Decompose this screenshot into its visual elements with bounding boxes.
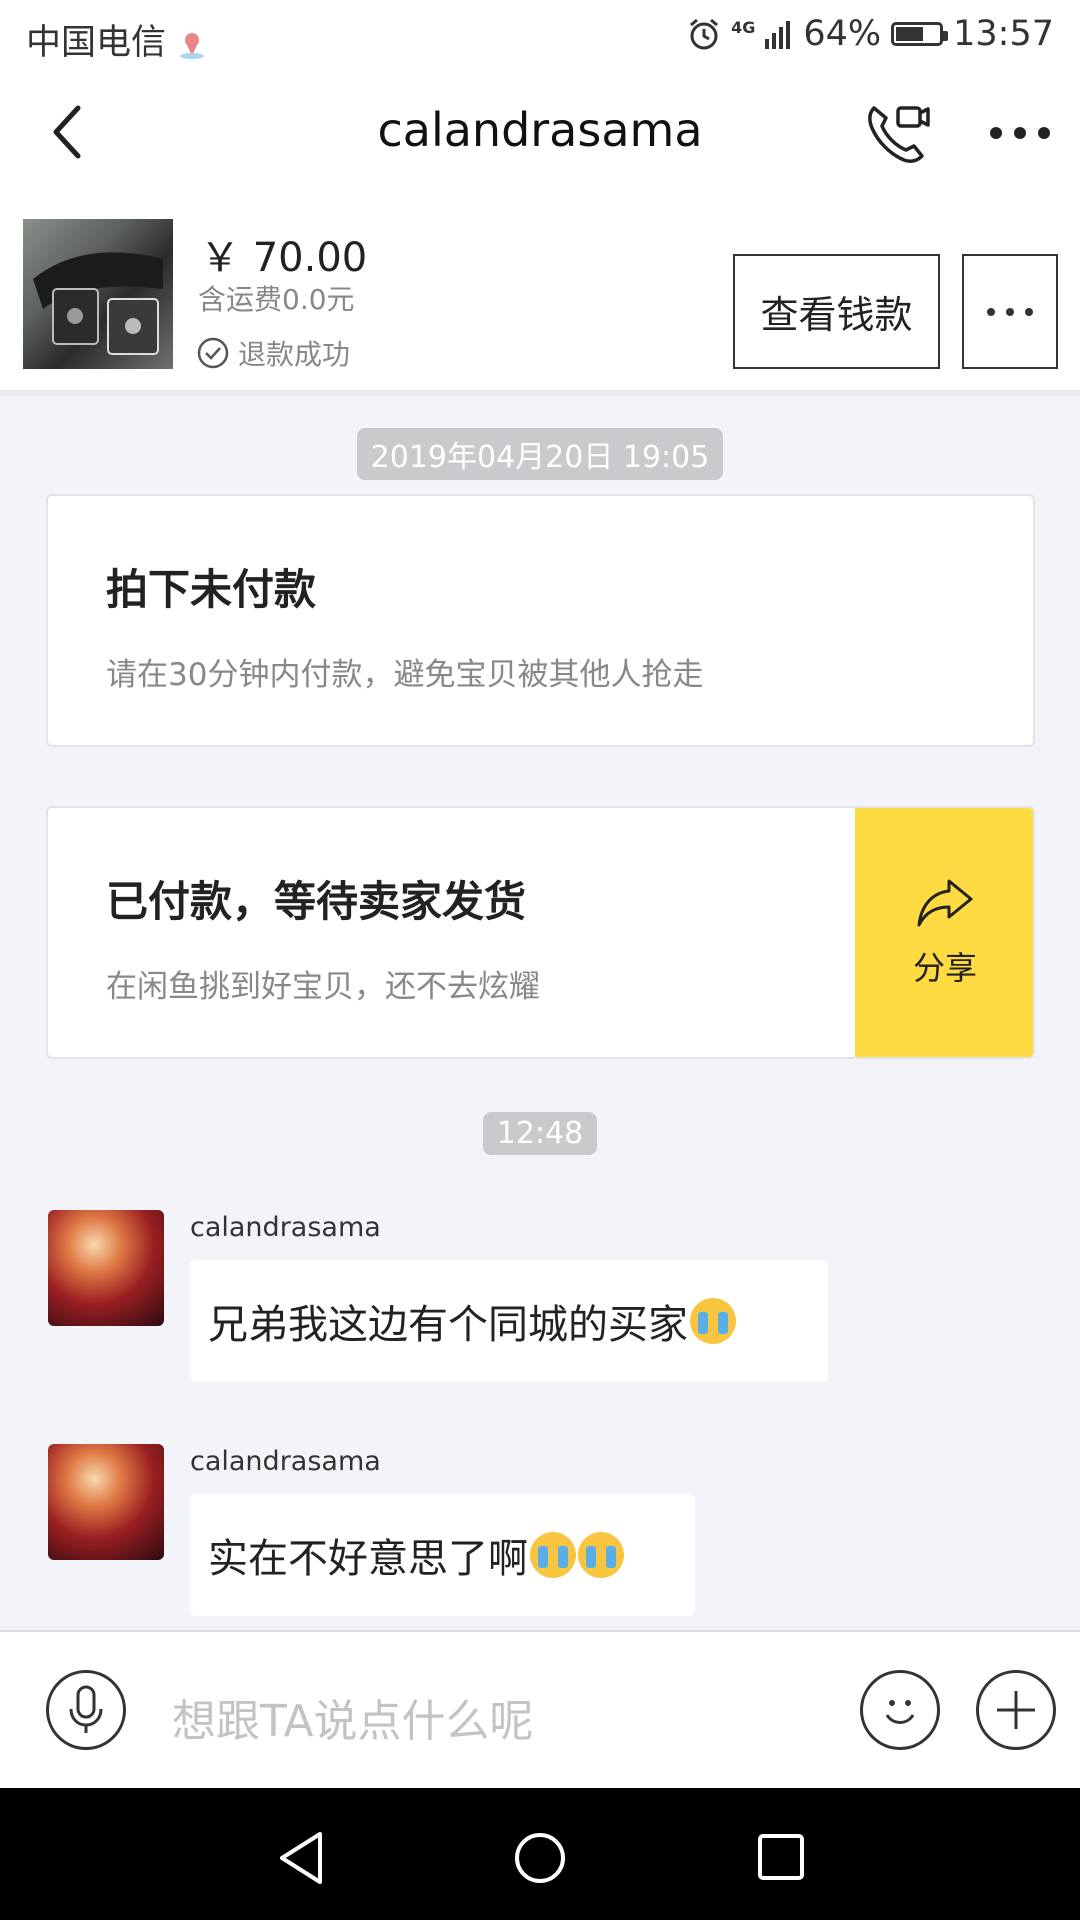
product-more-button[interactable] xyxy=(962,254,1058,369)
order-status-card-unpaid: 拍下未付款 请在30分钟内付款，避免宝贝被其他人抢走 xyxy=(46,494,1035,747)
pedals-image-icon xyxy=(33,252,163,355)
card-subtitle: 请在30分钟内付款，避免宝贝被其他人抢走 xyxy=(106,657,704,693)
order-status-card-paid: 已付款，等待卖家发货 在闲鱼挑到好宝贝，还不去炫耀 分享 xyxy=(46,806,1035,1059)
battery-percent: 64% xyxy=(803,14,882,54)
refund-status: 退款成功 xyxy=(196,333,350,373)
clock: 13:57 xyxy=(953,14,1054,54)
smiley-icon xyxy=(885,1700,915,1724)
refund-status-text: 退款成功 xyxy=(238,338,351,371)
message-text: 实在不好意思了啊 xyxy=(208,1536,528,1582)
card-title: 已付款，等待卖家发货 xyxy=(106,877,527,926)
product-price: ￥ 70.00 xyxy=(200,235,368,281)
message-bubble[interactable]: 兄弟我这边有个同城的买家 xyxy=(190,1260,828,1382)
back-nav-icon[interactable] xyxy=(276,1830,326,1886)
shipping-fee: 含运费0.0元 xyxy=(198,283,355,316)
product-thumbnail[interactable] xyxy=(23,219,173,369)
signal-icon xyxy=(765,21,791,49)
sender-name: calandrasama xyxy=(190,1212,381,1243)
timestamp: 2019年04月20日 19:05 xyxy=(356,428,724,480)
alarm-icon xyxy=(690,18,719,50)
phone-video-call-icon[interactable] xyxy=(864,100,932,166)
plus-icon xyxy=(997,1691,1035,1729)
more-dots-icon xyxy=(987,307,1033,316)
share-button[interactable]: 分享 xyxy=(855,808,1033,1057)
crying-emoji-icon xyxy=(530,1532,576,1578)
timestamp-row: 2019年04月20日 19:05 xyxy=(0,428,1080,480)
share-arrow-icon xyxy=(917,879,973,926)
home-nav-icon[interactable] xyxy=(512,1830,568,1886)
view-payment-button[interactable]: 查看钱款 xyxy=(733,254,940,369)
location-icon xyxy=(180,33,205,59)
network-type: 4G xyxy=(731,18,756,37)
add-attachment-button[interactable] xyxy=(976,1670,1056,1750)
emoji-button[interactable] xyxy=(860,1670,940,1750)
share-label: 分享 xyxy=(912,948,977,987)
microphone-icon xyxy=(69,1685,103,1733)
crying-emoji-icon xyxy=(578,1532,624,1578)
avatar[interactable] xyxy=(48,1210,164,1326)
check-circle-icon xyxy=(197,337,229,369)
more-options-icon[interactable] xyxy=(988,122,1052,144)
message-text: 兄弟我这边有个同城的买家 xyxy=(208,1302,688,1348)
avatar[interactable] xyxy=(48,1444,164,1560)
sender-name: calandrasama xyxy=(190,1446,381,1477)
card-title: 拍下未付款 xyxy=(106,565,317,614)
carrier-text: 中国电信 xyxy=(26,23,167,63)
voice-button[interactable] xyxy=(46,1670,126,1750)
message-input[interactable]: 想跟TA说点什么呢 xyxy=(172,1685,534,1749)
timestamp: 12:48 xyxy=(482,1112,598,1155)
status-icons: 4G 64% 13:57 xyxy=(687,14,1054,54)
card-subtitle: 在闲鱼挑到好宝贝，还不去炫耀 xyxy=(106,969,540,1005)
timestamp-row: 12:48 xyxy=(0,1112,1080,1155)
message-bubble[interactable]: 实在不好意思了啊 xyxy=(190,1494,695,1616)
crying-emoji-icon xyxy=(690,1298,736,1344)
recents-nav-icon[interactable] xyxy=(756,1832,806,1882)
battery-icon xyxy=(891,22,949,46)
carrier-label: 中国电信 xyxy=(26,14,207,65)
